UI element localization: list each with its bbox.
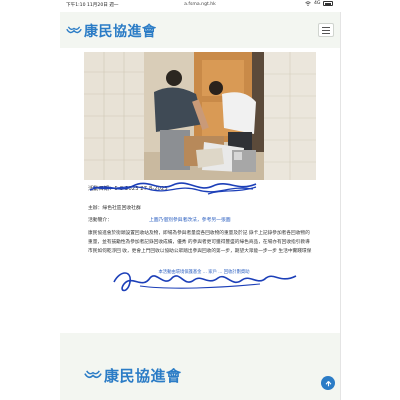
hamburger-icon	[322, 26, 330, 34]
status-indicators: 4G	[305, 1, 334, 6]
activity-photo	[84, 52, 316, 180]
menu-button[interactable]	[318, 23, 334, 37]
site-logo-text[interactable]: 康民協進會	[84, 21, 157, 41]
site-header: 康民協進會	[60, 12, 340, 49]
status-bar: 下午1:10 11月20日 週一 a.fsma.ngt.hk 4G	[0, 0, 400, 10]
photo-reference-link[interactable]: 上圖乃個別參與者改法，參考另一張圖	[149, 216, 231, 223]
signal-label: 4G	[314, 1, 321, 6]
event-description: 康民協進會於街頭設置回收站及物，即場為參與者量度各回收物的重量及於記 錄卡上記錄…	[88, 231, 312, 254]
logo-wave-icon	[66, 26, 82, 34]
wifi-icon	[305, 1, 311, 6]
back-to-top-button[interactable]	[321, 376, 335, 390]
signature-scribble	[113, 272, 297, 292]
event-organizer: 主辦：綠色社區回收社群	[88, 206, 141, 211]
redaction-scribble	[89, 182, 257, 195]
footer-logo-text[interactable]: 康民協進會	[104, 365, 182, 386]
article: 活動日期：5-8-2023 27-8-2023 主辦：綠色社區回收社群 活動簡介…	[60, 48, 340, 333]
address-bar-url[interactable]: a.fsma.ngt.hk	[184, 2, 216, 7]
intro-label: 活動簡介：	[88, 218, 112, 223]
arrow-up-icon	[325, 380, 331, 386]
status-time: 下午1:10 11月20日 週一	[66, 3, 119, 8]
battery-icon	[323, 1, 334, 6]
site-footer: 康民協進會	[60, 333, 340, 400]
footer-logo-wave-icon	[84, 370, 102, 379]
